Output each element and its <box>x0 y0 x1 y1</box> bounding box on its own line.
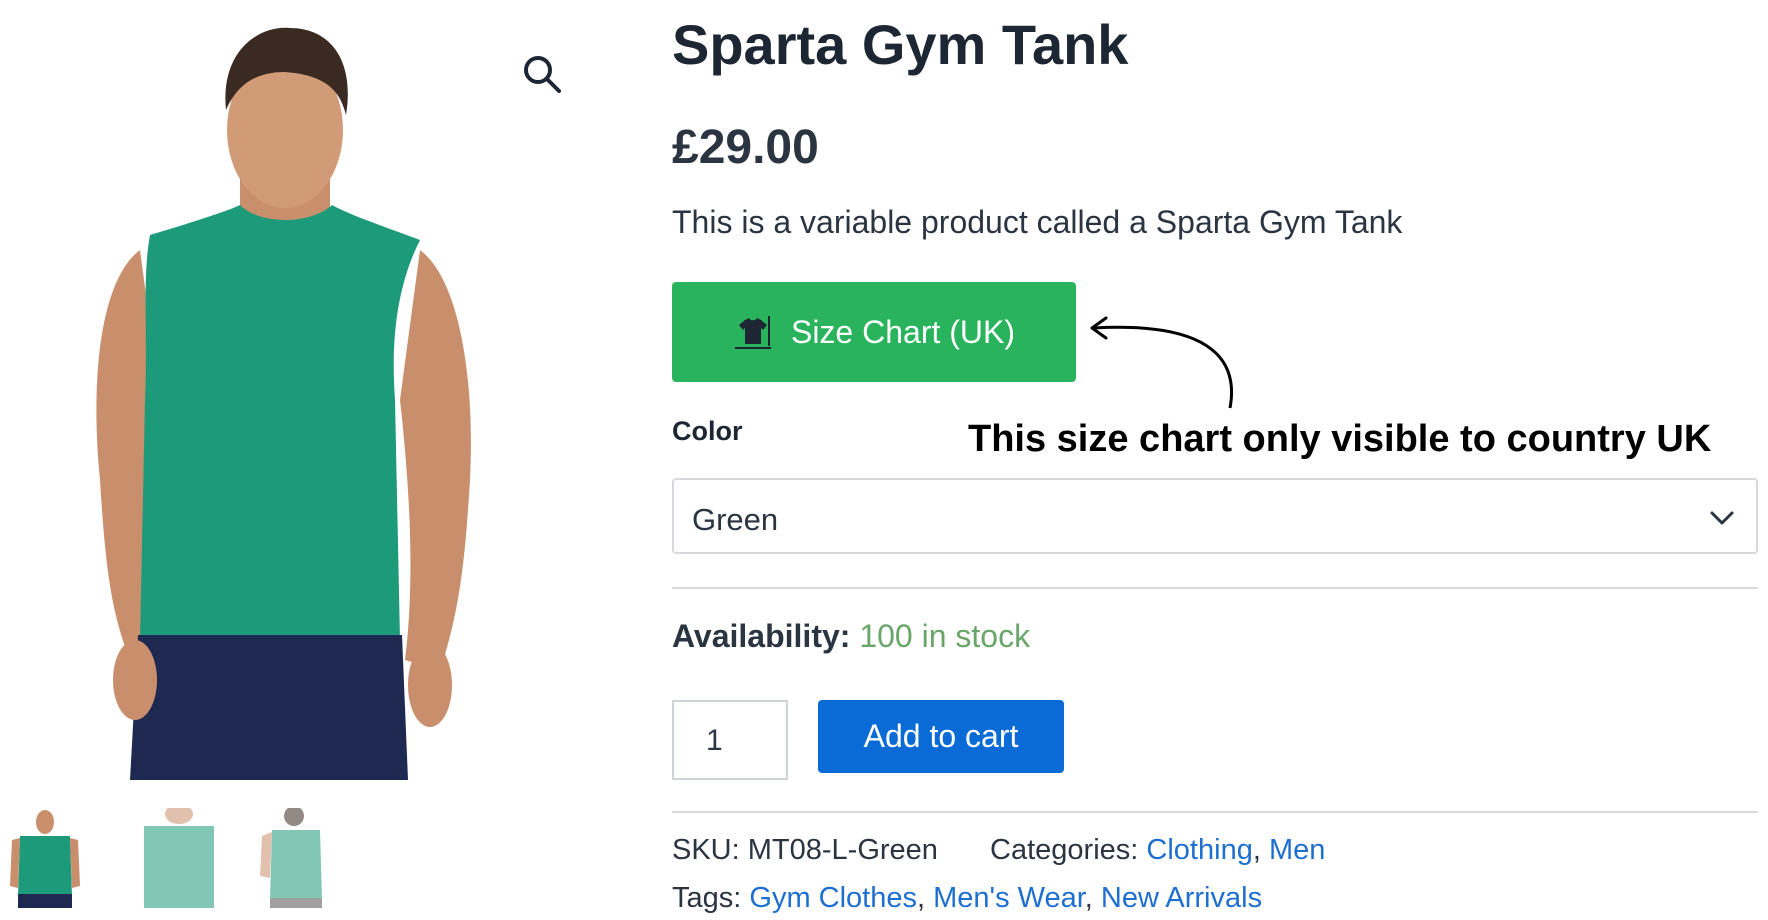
categories-label: Categories: <box>990 834 1139 866</box>
thumbnail-strip <box>0 808 600 908</box>
product-main-image[interactable] <box>60 20 500 780</box>
availability-label: Availability: <box>672 618 851 654</box>
product-description: This is a variable product called a Spar… <box>672 204 1403 240</box>
annotation-text: This size chart only visible to country … <box>968 418 1712 460</box>
size-chart-button-label: Size Chart (UK) <box>790 313 1016 350</box>
tags-label: Tags: <box>672 882 742 914</box>
sku-label: SKU: <box>672 834 740 866</box>
product-meta-sku-categories: SKU: MT08-L-Green Categories: Clothing, … <box>672 834 1326 866</box>
product-gallery <box>0 0 600 920</box>
divider <box>672 587 1758 589</box>
product-price: £29.00 <box>672 121 819 174</box>
tag-link[interactable]: New Arrivals <box>1101 882 1262 914</box>
thumbnail-detail[interactable] <box>134 808 224 908</box>
add-to-cart-button[interactable]: Add to cart <box>818 700 1064 773</box>
quantity-value: 1 <box>706 724 723 757</box>
annotation-arrow-icon <box>1090 316 1233 409</box>
color-select[interactable]: Green <box>672 478 1758 554</box>
stock-status: 100 in stock <box>859 618 1031 654</box>
chevron-down-icon <box>1710 511 1734 525</box>
tag-link[interactable]: Men's Wear <box>933 882 1085 914</box>
category-link[interactable]: Men <box>1269 834 1325 866</box>
tshirt-icon <box>734 316 771 349</box>
tag-link[interactable]: Gym Clothes <box>749 882 917 914</box>
product-meta-tags: Tags: Gym Clothes, Men's Wear, New Arriv… <box>672 882 1263 914</box>
color-select-value: Green <box>692 502 779 537</box>
thumbnail-back[interactable] <box>254 808 344 908</box>
quantity-input[interactable]: 1 <box>672 700 788 780</box>
color-label: Color <box>672 416 743 446</box>
magnifier-icon[interactable] <box>520 52 564 96</box>
category-link[interactable]: Clothing <box>1146 834 1252 866</box>
sku-value: MT08-L-Green <box>747 834 938 866</box>
thumbnail-front[interactable] <box>0 808 90 908</box>
product-title: Sparta Gym Tank <box>672 13 1129 76</box>
availability: Availability: 100 in stock <box>672 618 1030 655</box>
size-chart-button[interactable]: Size Chart (UK) <box>672 282 1076 382</box>
divider <box>672 811 1758 813</box>
